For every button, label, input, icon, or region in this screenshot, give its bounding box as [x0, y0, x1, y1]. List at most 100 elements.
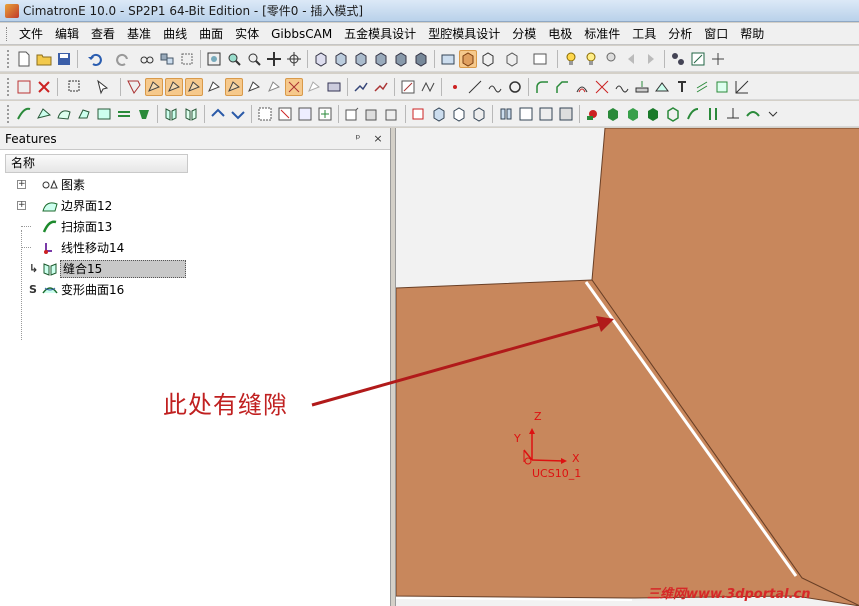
light-settings-icon[interactable]: [602, 50, 620, 68]
wireframe-view-icon[interactable]: [479, 50, 497, 68]
tree-item-selected[interactable]: ↳ 缝合15: [0, 258, 390, 279]
zoom-window-icon[interactable]: [225, 50, 243, 68]
new-file-icon[interactable]: [15, 50, 33, 68]
chamfer-curve-icon[interactable]: [553, 78, 571, 96]
shell-icon[interactable]: [497, 105, 515, 123]
box-mirror-icon[interactable]: [383, 105, 401, 123]
view-bottom-icon[interactable]: [412, 50, 430, 68]
view-glasses-icon[interactable]: [138, 50, 156, 68]
menu-file[interactable]: 文件: [13, 24, 49, 44]
filter-curve-icon[interactable]: [225, 77, 243, 96]
face-replace-icon[interactable]: [296, 105, 314, 123]
tree-item[interactable]: + 图素: [0, 174, 390, 195]
rotate-icon[interactable]: [285, 50, 303, 68]
box-curve-icon[interactable]: [713, 78, 731, 96]
split-solid-icon[interactable]: [584, 105, 602, 123]
blend-icon[interactable]: [644, 105, 662, 123]
nav-back-icon[interactable]: [622, 50, 640, 68]
menu-electrode[interactable]: 电极: [542, 24, 578, 44]
view-front-icon[interactable]: [312, 50, 330, 68]
assembly-icon[interactable]: [669, 50, 687, 68]
revolve-icon[interactable]: [450, 105, 468, 123]
tree-item[interactable]: 扫掠面13: [0, 216, 390, 237]
drive-surface-icon[interactable]: [75, 105, 93, 123]
pick-mode-icon[interactable]: [90, 78, 116, 96]
menu-parting[interactable]: 分模: [506, 24, 542, 44]
axis-icon[interactable]: [733, 78, 751, 96]
project-icon[interactable]: [633, 78, 651, 96]
filter-solid-icon[interactable]: [185, 77, 203, 96]
hide-show-icon[interactable]: [158, 50, 176, 68]
open-folder-icon[interactable]: [35, 50, 53, 68]
pattern-icon[interactable]: [684, 105, 702, 123]
box-select-icon[interactable]: [343, 105, 361, 123]
blend-surface-icon[interactable]: [95, 105, 113, 123]
cut-icon[interactable]: [537, 105, 555, 123]
fillet-curve-icon[interactable]: [533, 78, 551, 96]
menu-die-design[interactable]: 五金模具设计: [338, 24, 422, 44]
menu-mold-design[interactable]: 型腔模具设计: [422, 24, 506, 44]
display-mode-icon[interactable]: [499, 50, 525, 68]
expand-icon[interactable]: +: [17, 201, 26, 210]
filter-layer-icon[interactable]: [325, 78, 343, 96]
extend-surface-icon[interactable]: [209, 105, 227, 123]
filter-sketch-icon[interactable]: [305, 78, 323, 96]
pick-box-icon[interactable]: [15, 78, 33, 96]
light-off-icon[interactable]: [582, 50, 600, 68]
extrude-icon[interactable]: [430, 105, 448, 123]
graphics-viewport[interactable]: Z Y X UCS10_1: [395, 128, 859, 606]
pin-icon[interactable]: ᵖ: [350, 132, 366, 145]
menu-tools[interactable]: 工具: [626, 24, 662, 44]
offset-curve-icon[interactable]: [573, 78, 591, 96]
draft-solid-icon[interactable]: [557, 105, 575, 123]
menu-surface[interactable]: 曲面: [193, 24, 229, 44]
curve-on-face-icon[interactable]: [653, 78, 671, 96]
name-column-header[interactable]: 名称: [5, 154, 188, 173]
filter-all-icon[interactable]: [125, 78, 143, 96]
render-settings-icon[interactable]: [439, 50, 457, 68]
sweep-solid-icon[interactable]: [470, 105, 488, 123]
pan-icon[interactable]: [265, 50, 283, 68]
undo-icon[interactable]: [82, 50, 108, 68]
hole-icon[interactable]: [664, 105, 682, 123]
deform-icon[interactable]: [744, 105, 762, 123]
menu-curve[interactable]: 曲线: [157, 24, 193, 44]
spline-icon[interactable]: [486, 78, 504, 96]
split-face-icon[interactable]: [724, 105, 742, 123]
expand-icon[interactable]: +: [17, 180, 26, 189]
point-icon[interactable]: [446, 78, 464, 96]
break-icon[interactable]: [613, 78, 631, 96]
close-icon[interactable]: ×: [370, 132, 386, 145]
menu-window[interactable]: 窗口: [698, 24, 734, 44]
fillet-icon[interactable]: [604, 105, 622, 123]
menu-datum[interactable]: 基准: [121, 24, 157, 44]
menu-analysis[interactable]: 分析: [662, 24, 698, 44]
menu-help[interactable]: 帮助: [734, 24, 770, 44]
layer-icon[interactable]: [178, 50, 196, 68]
view-top-icon[interactable]: [392, 50, 410, 68]
menu-edit[interactable]: 编辑: [49, 24, 85, 44]
helix-icon[interactable]: [693, 78, 711, 96]
boundary-surface-icon[interactable]: [55, 105, 73, 123]
more-tools-icon[interactable]: [764, 105, 782, 123]
unpick-icon[interactable]: [35, 78, 53, 96]
filter-face-icon[interactable]: [145, 77, 163, 96]
face-move-icon[interactable]: [316, 105, 334, 123]
rib-icon[interactable]: [704, 105, 722, 123]
zoom-icon[interactable]: [245, 50, 263, 68]
sketcher-icon[interactable]: [399, 78, 417, 96]
zoom-fit-icon[interactable]: [205, 50, 223, 68]
filter-surface-icon[interactable]: [165, 77, 183, 96]
light-bulb-icon[interactable]: [562, 50, 580, 68]
tree-item[interactable]: S 变形曲面16: [0, 279, 390, 300]
menu-standard-parts[interactable]: 标准件: [578, 24, 626, 44]
split-surface-icon[interactable]: [182, 105, 200, 123]
pick-tangent-icon[interactable]: [372, 78, 390, 96]
sweep-surface-icon[interactable]: [15, 105, 33, 123]
view-left-icon[interactable]: [352, 50, 370, 68]
composite-curve-icon[interactable]: [419, 78, 437, 96]
menu-solid[interactable]: 实体: [229, 24, 265, 44]
text-curve-icon[interactable]: [673, 78, 691, 96]
filter-datum-icon[interactable]: [265, 78, 283, 96]
filter-edge-icon[interactable]: [205, 78, 223, 96]
